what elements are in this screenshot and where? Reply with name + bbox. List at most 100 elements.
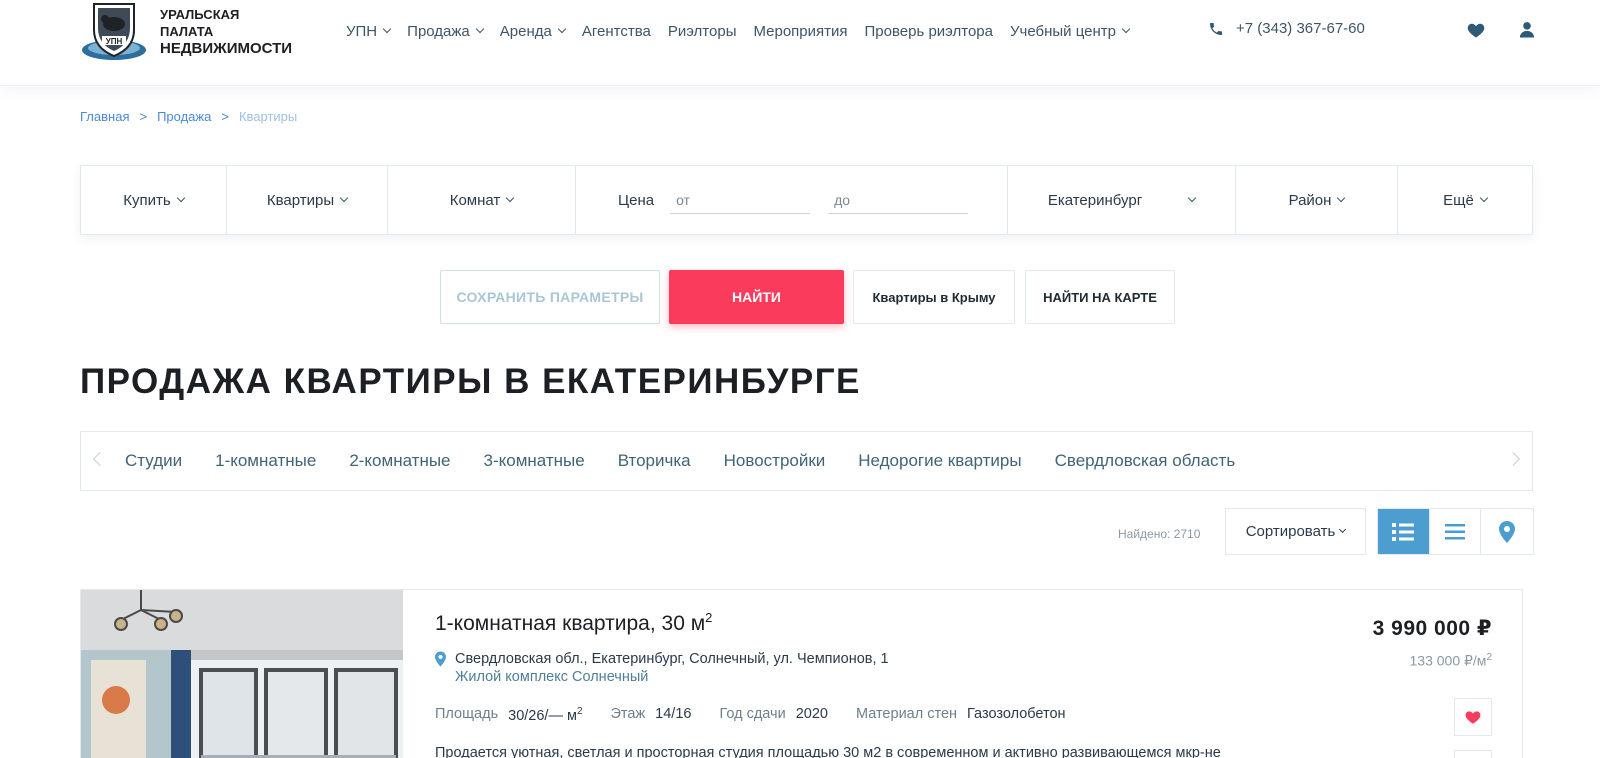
category-studios[interactable]: Студии — [125, 451, 182, 471]
listing-title[interactable]: 1-комнатная квартира, 30 м2 — [435, 610, 712, 636]
nav-item-agencies[interactable]: Агентства — [582, 20, 651, 42]
nav-item-sale[interactable]: Продажа — [407, 20, 485, 42]
year-label: Год сдачи — [719, 706, 786, 722]
nav-item-rent[interactable]: Аренда — [499, 20, 567, 42]
location-pin-icon — [435, 651, 446, 667]
price-to-input[interactable] — [828, 186, 969, 214]
price-from-input[interactable] — [670, 186, 811, 214]
map-pin-icon — [1499, 520, 1516, 543]
area-value-sup: 2 — [576, 706, 583, 717]
property-type-value: Квартиры — [266, 191, 335, 209]
breadcrumb-current: Квартиры — [238, 109, 298, 124]
rooms-select[interactable]: Комнат — [388, 166, 576, 234]
listing-price: 3 990 000 ₽ — [1372, 617, 1492, 640]
nav-label: Агентства — [581, 22, 651, 40]
listing-title-sup: 2 — [705, 610, 713, 625]
address-text: Свердловская обл., Екатеринбург, Солнечн… — [455, 651, 889, 667]
city-value: Екатеринбург — [1047, 191, 1143, 209]
category-secondary[interactable]: Вторичка — [618, 451, 691, 471]
breadcrumb-separator: > — [221, 109, 229, 124]
year-value: 2020 — [795, 706, 828, 722]
nav-label: Продажа — [407, 22, 470, 40]
site-header: УПН УРАЛЬСКАЯ ПАЛАТА НЕДВИЖИМОСТИ УПН Пр… — [0, 0, 1600, 86]
chevron-down-icon — [339, 193, 349, 203]
category-new-buildings[interactable]: Новостройки — [724, 451, 826, 471]
crimea-apartments-button[interactable]: Квартиры в Крыму — [853, 270, 1015, 324]
price-per-m2-sup: 2 — [1486, 652, 1492, 663]
material-label: Материал стен — [855, 706, 958, 722]
site-logo[interactable]: УПН УРАЛЬСКАЯ ПАЛАТА НЕДВИЖИМОСТИ — [80, 0, 293, 62]
view-mode-switcher — [1377, 508, 1534, 555]
nav-item-upn[interactable]: УПН — [346, 20, 392, 42]
chevron-down-icon — [1187, 193, 1197, 203]
heart-icon — [1465, 711, 1481, 724]
chevron-left-icon[interactable] — [92, 451, 108, 467]
favorites-heart-icon[interactable] — [1466, 20, 1486, 45]
find-button[interactable]: НАЙТИ — [669, 270, 844, 324]
nav-label: Аренда — [499, 22, 552, 40]
chevron-down-icon — [506, 193, 515, 203]
chevron-down-icon — [1121, 24, 1131, 34]
list-detail-icon — [1392, 522, 1415, 541]
area-value-text: 30/26/— м — [508, 707, 577, 724]
chevron-right-icon[interactable] — [1505, 451, 1521, 467]
view-list-button[interactable] — [1430, 509, 1482, 554]
add-to-favorites-button[interactable] — [1454, 698, 1492, 736]
category-1-room[interactable]: 1-комнатные — [215, 451, 316, 471]
nav-item-training-center[interactable]: Учебный центр — [1009, 20, 1131, 42]
deal-type-select[interactable]: Купить — [81, 166, 227, 234]
view-detailed-list-button[interactable] — [1378, 509, 1430, 554]
residential-complex-link[interactable]: Жилой комплекс Солнечный — [455, 668, 889, 686]
category-strip: Студии 1-комнатные 2-комнатные 3-комнатн… — [80, 431, 1533, 491]
nav-item-events[interactable]: Мероприятия — [753, 20, 847, 42]
page-title: ПРОДАЖА КВАРТИРЫ В ЕКАТЕРИНБУРГЕ — [80, 362, 861, 401]
nav-label: Риэлторы — [667, 22, 737, 40]
nav-item-check-realtor[interactable]: Проверь риэлтора — [865, 20, 993, 42]
listing-price-per-m2: 133 000 ₽/м2 — [1410, 652, 1492, 670]
header-phone[interactable]: +7 (343) 367-67-60 — [1208, 20, 1365, 37]
property-type-select[interactable]: Квартиры — [227, 166, 388, 234]
save-params-button[interactable]: СОХРАНИТЬ ПАРАМЕТРЫ — [440, 270, 660, 324]
listing-address: Свердловская обл., Екатеринбург, Солнечн… — [435, 650, 889, 686]
area-label: Площадь — [435, 706, 499, 722]
breadcrumb-home[interactable]: Главная — [80, 109, 129, 124]
category-list: Студии 1-комнатные 2-комнатные 3-комнатн… — [125, 451, 1268, 471]
price-per-m2-text: 133 000 ₽/м — [1409, 652, 1487, 669]
chevron-down-icon — [557, 24, 567, 34]
district-select[interactable]: Район — [1236, 166, 1398, 234]
price-range: Цена — [576, 166, 1008, 234]
nav-label: УПН — [346, 22, 378, 40]
view-map-button[interactable] — [1481, 509, 1533, 554]
category-cheap[interactable]: Недорогие квартиры — [858, 451, 1021, 471]
more-filters-select[interactable]: Ещё — [1398, 166, 1532, 234]
category-3-room[interactable]: 3-комнатные — [484, 451, 585, 471]
find-on-map-button[interactable]: НАЙТИ НА КАРТЕ — [1025, 270, 1175, 324]
chevron-down-icon — [1479, 193, 1489, 203]
category-2-room[interactable]: 2-комнатные — [349, 451, 450, 471]
compare-button[interactable] — [1454, 750, 1492, 758]
nav-label: Учебный центр — [1009, 22, 1116, 40]
category-sverdlovsk-region[interactable]: Свердловская область — [1055, 451, 1236, 471]
results-count: Найдено: 2710 — [1118, 527, 1201, 541]
phone-icon — [1210, 22, 1222, 35]
logo-line-2: НЕДВИЖИМОСТИ — [160, 39, 293, 57]
rooms-value: Комнат — [449, 191, 501, 209]
user-icon[interactable] — [1517, 20, 1537, 45]
listing-properties: Площадь 30/26/— м2 Этаж 14/16 Год сдачи … — [435, 706, 1094, 724]
more-filters-value: Ещё — [1443, 191, 1474, 209]
sort-label: Сортировать — [1245, 523, 1336, 540]
search-filter-bar: Купить Квартиры Комнат Цена Екатеринбург… — [80, 165, 1533, 235]
district-value: Район — [1288, 191, 1332, 209]
price-label: Цена — [618, 191, 655, 209]
city-select[interactable]: Екатеринбург — [1008, 166, 1236, 234]
listing-card[interactable]: 1-комнатная квартира, 30 м2 Свердловская… — [80, 589, 1523, 758]
area-value: 30/26/— м2 — [508, 706, 582, 724]
chevron-down-icon — [176, 193, 185, 203]
chevron-down-icon — [1337, 193, 1346, 203]
nav-item-realtors[interactable]: Риэлторы — [668, 20, 737, 42]
listing-title-text: 1-комнатная квартира, 30 м — [435, 612, 706, 635]
sort-select[interactable]: Сортировать — [1225, 508, 1366, 555]
breadcrumb-sale[interactable]: Продажа — [157, 109, 211, 124]
listing-photo[interactable] — [81, 590, 403, 758]
nav-label: Мероприятия — [753, 22, 848, 40]
